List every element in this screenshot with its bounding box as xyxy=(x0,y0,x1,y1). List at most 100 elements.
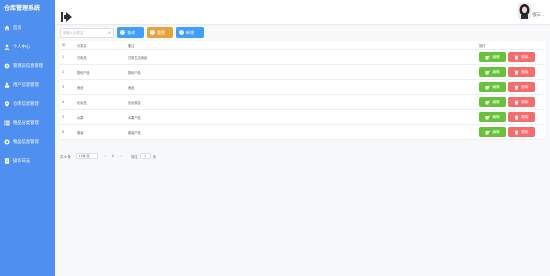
edit-button[interactable]: 编辑 xyxy=(479,127,506,137)
collapse-menu-icon[interactable] xyxy=(61,7,72,22)
cell-name: 食品 xyxy=(77,85,84,90)
cell-name: 服装 xyxy=(77,130,84,135)
app-root: 仓库管理系统 首页 个人中心 管理员信息管理 用户信息管理 仓库信息管理 物品分… xyxy=(0,0,550,276)
current-page-number[interactable]: 1 xyxy=(112,154,114,158)
trash-icon xyxy=(514,100,519,105)
table-row: 2 数码产品 数码产品 编辑 删除 xyxy=(60,65,545,80)
trash-icon xyxy=(514,85,519,90)
prev-page-button[interactable]: < xyxy=(104,154,107,158)
avatar xyxy=(518,3,532,19)
sidebar-item-warehouse[interactable]: 仓库信息管理 xyxy=(0,94,55,113)
pagination: 共 6 条 10条/页 < 1 > 前往 1 页 xyxy=(60,153,156,159)
edit-button[interactable]: 编辑 xyxy=(479,67,506,77)
trash-icon xyxy=(514,130,519,135)
sidebar-item-label: 仓库信息管理 xyxy=(13,101,39,107)
next-page-button[interactable]: > xyxy=(120,154,123,158)
table-row: 6 服装 服装产品 编辑 删除 xyxy=(60,125,545,140)
edit-label: 编辑 xyxy=(492,114,500,119)
delete-label: 删除 xyxy=(521,54,529,59)
sidebar-item-logs[interactable]: 操作日志 xyxy=(0,151,55,170)
cell-id: 3 xyxy=(62,85,65,89)
location-icon xyxy=(4,100,10,107)
edit-button[interactable]: 编辑 xyxy=(479,52,506,62)
users-icon xyxy=(4,82,10,88)
add-button[interactable]: 新增 xyxy=(176,27,204,38)
edit-label: 编辑 xyxy=(492,69,500,74)
delete-label: 删除 xyxy=(521,69,529,74)
search-input[interactable] xyxy=(61,28,105,37)
cell-name: 日用品 xyxy=(77,55,87,60)
search-field: ⊗ xyxy=(60,27,114,38)
delete-label: 删除 xyxy=(521,114,529,119)
edit-label: 编辑 xyxy=(492,129,500,134)
reset-button-label: 重置 xyxy=(157,29,165,35)
cell-remark: 食品 xyxy=(128,85,135,90)
trash-icon xyxy=(514,55,519,60)
cell-actions: 编辑 删除 xyxy=(476,52,545,62)
sidebar-item-label: 个人中心 xyxy=(13,44,31,50)
cell-id: 5 xyxy=(62,115,65,119)
sidebar-item-label: 管理员信息管理 xyxy=(13,63,44,69)
sidebar-item-users[interactable]: 用户信息管理 xyxy=(0,75,55,94)
delete-label: 删除 xyxy=(521,99,529,104)
sidebar-item-admin[interactable]: 管理员信息管理 xyxy=(0,56,55,75)
column-header-id[interactable]: ID xyxy=(60,43,73,47)
edit-icon xyxy=(485,55,491,59)
sidebar-item-label: 物品分类管理 xyxy=(13,120,39,126)
delete-button[interactable]: 删除 xyxy=(508,82,535,92)
delete-button[interactable]: 删除 xyxy=(508,112,535,122)
user-name: 张三 xyxy=(532,13,542,18)
cell-actions: 编辑 删除 xyxy=(476,112,545,122)
main-content: ⊗ 查询 重置 新增 ID 分类名 备注 操作 1 xyxy=(55,26,550,276)
edit-label: 编辑 xyxy=(492,99,500,104)
cell-actions: 编辑 删除 xyxy=(476,67,545,77)
clear-icon[interactable]: ⊗ xyxy=(108,30,111,35)
sidebar-item-category[interactable]: 物品分类管理 xyxy=(0,113,55,132)
pagination-total: 共 6 条 xyxy=(60,154,71,159)
cell-remark: 日常生活用品 xyxy=(128,55,148,60)
edit-icon xyxy=(485,115,491,119)
home-icon xyxy=(4,25,10,31)
cell-actions: 编辑 删除 xyxy=(476,97,545,107)
cell-remark: 服装产品 xyxy=(128,130,141,135)
delete-button[interactable]: 删除 xyxy=(508,52,535,62)
cell-actions: 编辑 删除 xyxy=(476,82,545,92)
cell-id: 6 xyxy=(62,130,65,134)
column-header-name[interactable]: 分类名 xyxy=(73,43,125,48)
sidebar-item-goods[interactable]: 物品信息管理 xyxy=(0,132,55,151)
delete-button[interactable]: 删除 xyxy=(508,67,535,77)
sidebar-item-profile[interactable]: 个人中心 xyxy=(0,37,55,56)
gear-icon xyxy=(4,63,10,69)
reset-button[interactable]: 重置 xyxy=(147,27,173,38)
cell-actions: 编辑 删除 xyxy=(476,127,545,137)
box-icon xyxy=(4,138,10,145)
chevron-down-icon: ⌄ xyxy=(542,13,545,17)
table-row: 1 日用品 日常生活用品 编辑 删除 xyxy=(60,50,545,65)
delete-button[interactable]: 删除 xyxy=(508,127,535,137)
delete-button[interactable]: 删除 xyxy=(508,97,535,107)
goto-page-input[interactable]: 1 xyxy=(139,153,151,159)
cell-name: 水果 xyxy=(77,115,84,120)
app-title: 仓库管理系统 xyxy=(4,5,41,12)
edit-label: 编辑 xyxy=(492,84,500,89)
edit-button[interactable]: 编辑 xyxy=(479,82,506,92)
cell-name: 数码产品 xyxy=(77,70,90,75)
sidebar: 仓库管理系统 首页 个人中心 管理员信息管理 用户信息管理 仓库信息管理 物品分… xyxy=(0,0,55,276)
edit-icon xyxy=(485,70,491,74)
user-menu[interactable]: 张三 ⌄ xyxy=(518,3,545,19)
column-header-remark[interactable]: 备注 xyxy=(125,43,476,48)
cell-remark: 水果产品 xyxy=(128,115,141,120)
edit-icon xyxy=(485,100,491,104)
query-button[interactable]: 查询 xyxy=(117,27,144,38)
cell-id: 4 xyxy=(62,100,65,104)
sidebar-item-label: 操作日志 xyxy=(13,158,31,164)
delete-label: 删除 xyxy=(521,84,529,89)
page-size-select[interactable]: 10条/页 xyxy=(75,153,98,159)
goto-label: 前往 xyxy=(130,154,138,159)
edit-button[interactable]: 编辑 xyxy=(479,97,506,107)
trash-icon xyxy=(514,115,519,120)
log-icon xyxy=(4,157,10,164)
query-button-label: 查询 xyxy=(127,29,135,35)
edit-button[interactable]: 编辑 xyxy=(479,112,506,122)
sidebar-item-home[interactable]: 首页 xyxy=(0,18,55,37)
